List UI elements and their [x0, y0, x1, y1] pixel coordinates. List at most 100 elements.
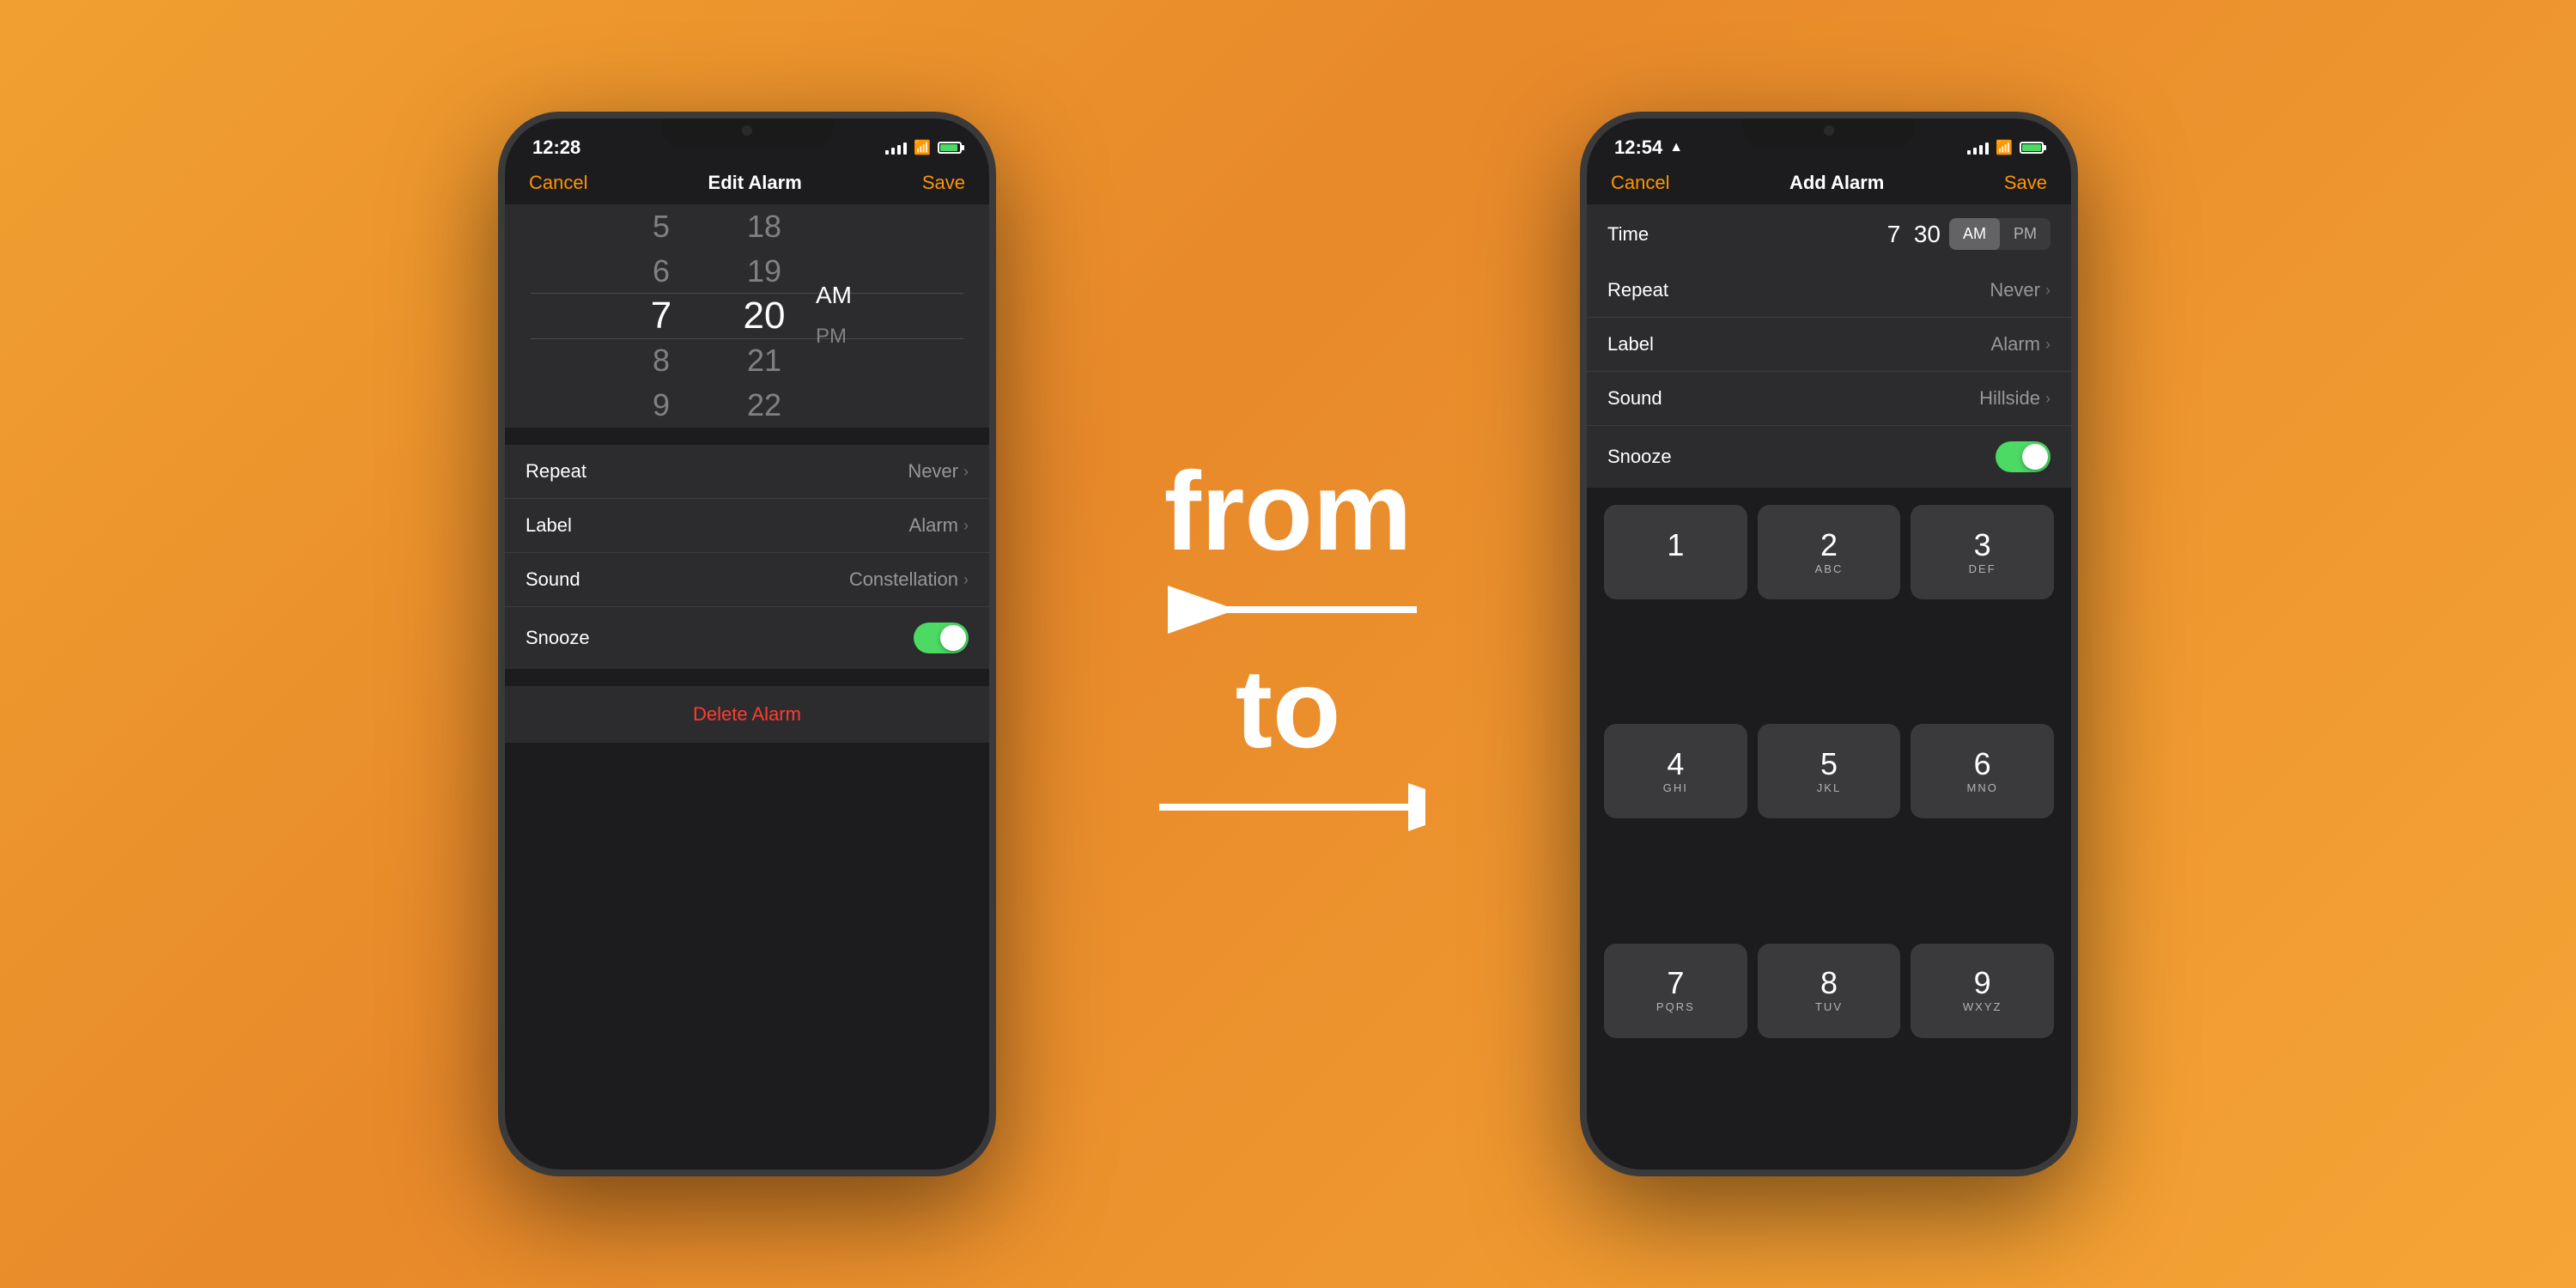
right-repeat-label: Repeat: [1607, 279, 1668, 301]
right-snooze-row: Snooze: [1587, 426, 2071, 488]
to-text: to: [1236, 653, 1341, 764]
left-repeat-label: Repeat: [526, 460, 586, 483]
right-wifi-icon: 📶: [1996, 139, 2013, 156]
left-repeat-row[interactable]: Repeat Never ›: [505, 445, 989, 499]
left-delete-section: Delete Alarm: [505, 686, 989, 743]
right-sound-chevron: ›: [2045, 390, 2050, 408]
right-signal-icon: [1967, 141, 1989, 155]
right-save-button[interactable]: Save: [2004, 172, 2047, 194]
left-hour-6: 6: [610, 249, 713, 294]
left-sound-row[interactable]: Sound Constellation ›: [505, 553, 989, 607]
left-battery-icon: [938, 142, 962, 154]
numpad-digit-7: 7: [1667, 968, 1684, 999]
right-status-icons: 📶: [1967, 139, 2044, 156]
numpad-digit-9: 9: [1974, 968, 1991, 999]
right-location-icon: ▲: [1669, 140, 1683, 155]
numpad-letters-4: GHI: [1663, 781, 1688, 794]
numpad-key-5[interactable]: 5 JKL: [1758, 724, 1901, 818]
numpad-letters-5: JKL: [1817, 781, 1841, 794]
left-save-button[interactable]: Save: [922, 172, 965, 194]
left-label-row[interactable]: Label Alarm ›: [505, 499, 989, 553]
numpad-digit-2: 2: [1820, 530, 1838, 561]
right-cancel-button[interactable]: Cancel: [1611, 172, 1669, 194]
numpad-key-1[interactable]: 1: [1604, 505, 1747, 599]
middle-section: from to: [996, 455, 1580, 833]
right-label-chevron: ›: [2045, 336, 2050, 354]
left-min-22: 22: [713, 383, 816, 428]
left-sound-label: Sound: [526, 568, 580, 591]
right-sound-label: Sound: [1607, 387, 1662, 410]
numpad-letters-7: PQRS: [1656, 1000, 1695, 1013]
left-min-20-selected: 20: [713, 294, 816, 338]
numpad-key-7[interactable]: 7 PQRS: [1604, 944, 1747, 1038]
right-snooze-label: Snooze: [1607, 446, 1672, 468]
right-snooze-toggle[interactable]: [1996, 441, 2050, 472]
left-phone: 12:28 📶 Cancel Edit Alar: [498, 112, 996, 1176]
right-nav-title: Add Alarm: [1789, 172, 1884, 194]
left-wifi-icon: 📶: [914, 139, 931, 156]
right-label-value: Alarm ›: [1991, 333, 2050, 355]
left-snooze-label: Snooze: [526, 627, 590, 649]
numpad-key-4[interactable]: 4 GHI: [1604, 724, 1747, 818]
left-ampm-column[interactable]: AM PM: [816, 213, 884, 419]
right-time-digits: 7 30: [1887, 221, 1941, 248]
right-sound-row[interactable]: Sound Hillside ›: [1587, 372, 2071, 426]
right-ampm-am[interactable]: AM: [1949, 218, 2000, 250]
left-hour-9: 9: [610, 383, 713, 428]
left-nav-bar: Cancel Edit Alarm Save: [505, 165, 989, 204]
right-status-time: 12:54: [1614, 137, 1662, 159]
numpad-key-3[interactable]: 3 DEF: [1911, 505, 2054, 599]
left-snooze-toggle[interactable]: [914, 623, 969, 653]
left-arrow-row: [996, 584, 1580, 635]
right-time-label: Time: [1607, 223, 1649, 246]
left-cancel-button[interactable]: Cancel: [529, 172, 587, 194]
left-label-label: Label: [526, 514, 572, 537]
numpad-key-9[interactable]: 9 WXYZ: [1911, 944, 2054, 1038]
right-arrow-icon: [1151, 781, 1425, 833]
right-phone: 12:54 ▲ 📶 Can: [1580, 112, 2078, 1176]
scene: 12:28 📶 Cancel Edit Alar: [0, 0, 2576, 1288]
right-ampm-pm[interactable]: PM: [2000, 218, 2050, 250]
numpad-letters-6: MNO: [1966, 781, 1997, 794]
left-delete-label[interactable]: Delete Alarm: [693, 703, 801, 726]
right-phone-screen: 12:54 ▲ 📶 Can: [1587, 118, 2071, 1170]
left-settings-section: Repeat Never › Label Alarm › Sound: [505, 445, 989, 669]
left-ampm-pm: PM: [816, 319, 847, 354]
numpad-key-8[interactable]: 8 TUV: [1758, 944, 1901, 1038]
left-hour-7-selected: 7: [610, 294, 713, 338]
left-nav-title: Edit Alarm: [708, 172, 802, 194]
right-ampm-selector[interactable]: AM PM: [1949, 218, 2050, 250]
left-delete-row[interactable]: Delete Alarm: [505, 686, 989, 743]
left-label-value: Alarm ›: [909, 514, 969, 537]
right-repeat-row[interactable]: Repeat Never ›: [1587, 264, 2071, 318]
left-min-19: 19: [713, 249, 816, 294]
left-repeat-value: Never ›: [908, 460, 969, 483]
left-status-time: 12:28: [532, 137, 580, 159]
numpad-digit-1: 1: [1667, 530, 1684, 561]
numpad-digit-3: 3: [1974, 530, 1991, 561]
left-min-21: 21: [713, 338, 816, 383]
right-time-row: Time 7 30 AM PM: [1587, 204, 2071, 264]
numpad-digit-4: 4: [1667, 749, 1684, 780]
right-label-label: Label: [1607, 333, 1654, 355]
left-sound-chevron: ›: [963, 571, 969, 589]
numpad-letters-8: TUV: [1815, 1000, 1843, 1013]
left-snooze-toggle-knob: [940, 625, 966, 651]
numpad-letters-3: DEF: [1969, 562, 1996, 575]
left-arrow-icon: [1151, 584, 1425, 635]
left-phone-screen: 12:28 📶 Cancel Edit Alar: [505, 118, 989, 1170]
from-text: from: [1164, 455, 1413, 567]
right-label-row[interactable]: Label Alarm ›: [1587, 318, 2071, 372]
left-minute-column[interactable]: 17 18 19 20 21 22 23: [713, 213, 816, 419]
right-battery-icon: [2020, 142, 2044, 154]
left-sound-value: Constellation ›: [849, 568, 969, 591]
right-numpad: 1 2 ABC 3 DEF 4 GHI 5 JKL: [1587, 488, 2071, 1170]
numpad-digit-6: 6: [1974, 749, 1991, 780]
left-ampm-am: AM: [816, 278, 852, 313]
right-nav-bar: Cancel Add Alarm Save: [1587, 165, 2071, 204]
right-sound-value: Hillside ›: [1979, 387, 2050, 410]
numpad-key-2[interactable]: 2 ABC: [1758, 505, 1901, 599]
left-hour-column[interactable]: 4 5 6 7 8 9 10: [610, 213, 713, 419]
numpad-key-6[interactable]: 6 MNO: [1911, 724, 2054, 818]
left-time-picker[interactable]: 4 5 6 7 8 9 10 17 18 19 20 21 22 23: [505, 204, 989, 428]
